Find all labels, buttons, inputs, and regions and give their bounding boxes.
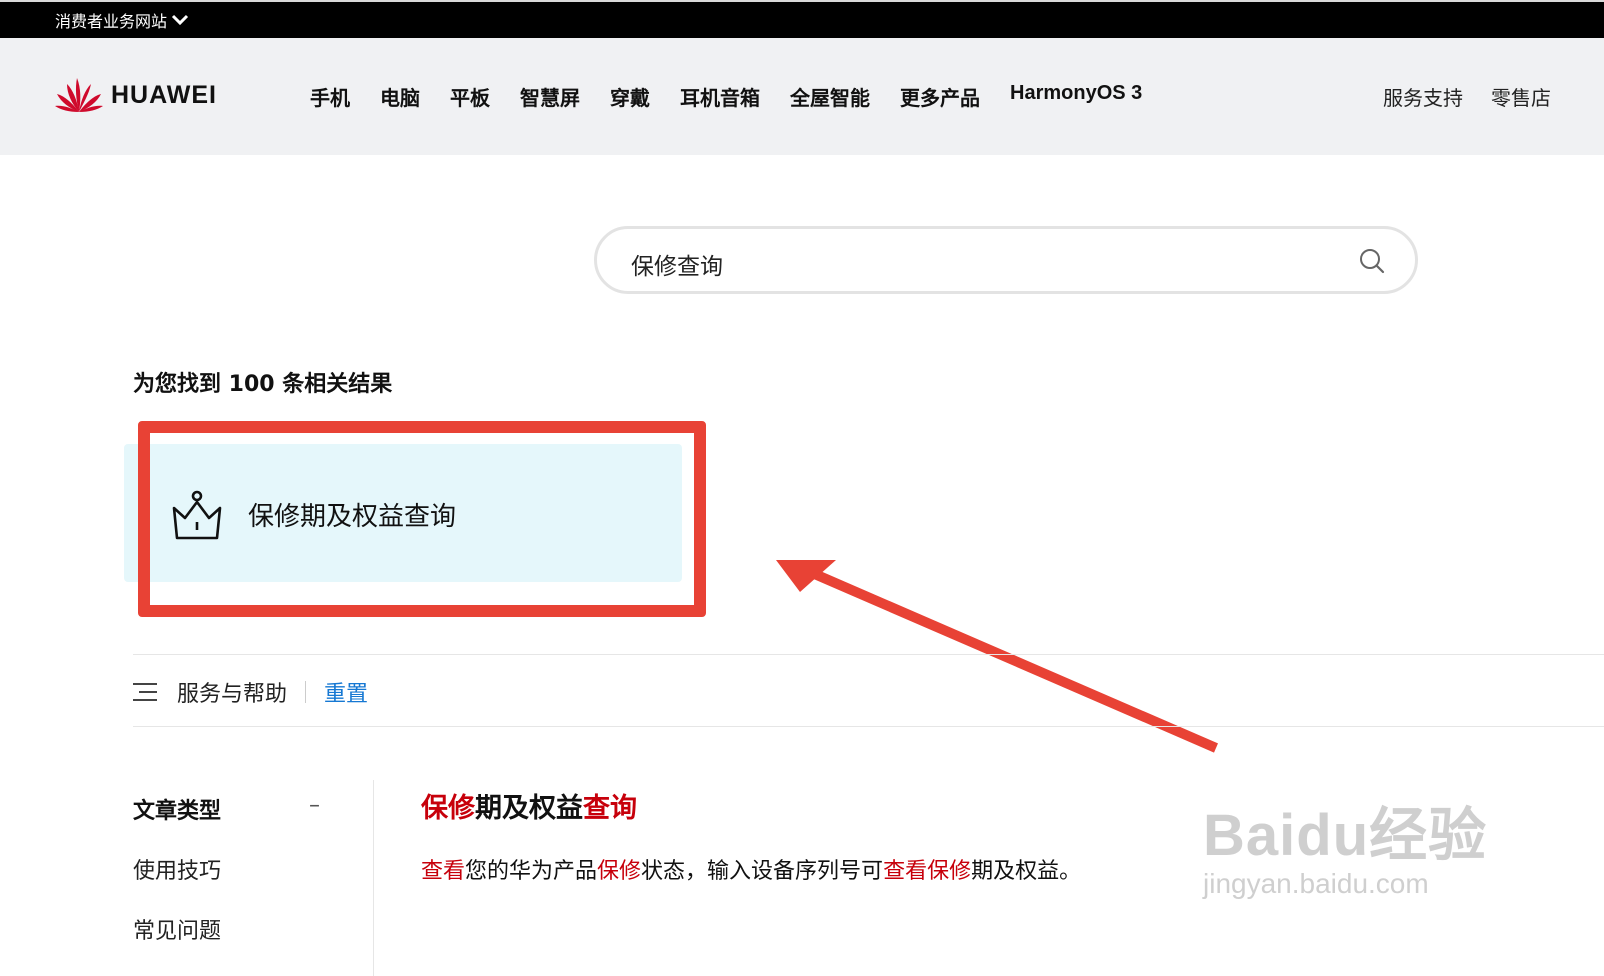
search-result-item: 保修期及权益查询 查看您的华为产品保修状态，输入设备序列号可查看保修期及权益。 (421, 786, 1081, 885)
desc-highlight: 保修 (597, 859, 642, 884)
result-description: 查看您的华为产品保修状态，输入设备序列号可查看保修期及权益。 (421, 853, 1081, 885)
nav-item-smart-screen[interactable]: 智慧屏 (520, 82, 580, 111)
desc-highlight: 查看 (421, 859, 466, 884)
search-value: 保修查询 (631, 254, 723, 280)
desc-text: 期及权益。 (971, 859, 1082, 884)
divider (373, 780, 374, 976)
divider (133, 726, 1604, 727)
nav-item-tablet[interactable]: 平板 (450, 82, 490, 111)
nav-item-pc[interactable]: 电脑 (380, 82, 420, 111)
site-header: HUAWEI 手机 电脑 平板 智慧屏 穿戴 耳机音箱 全屋智能 更多产品 Ha… (0, 38, 1604, 155)
filter-separator (305, 681, 307, 703)
brand-wordmark: HUAWEI (111, 80, 217, 109)
nav-item-smart-home[interactable]: 全屋智能 (790, 82, 870, 111)
title-highlight: 保修 (421, 793, 475, 824)
chevron-down-icon (171, 14, 189, 26)
title-text: 期及权益 (475, 793, 583, 824)
filter-category-label: 服务与帮助 (177, 682, 288, 707)
filter-bar: 服务与帮助 重置 (133, 676, 368, 708)
result-title-link[interactable]: 保修期及权益查询 (421, 786, 1081, 825)
nav-item-harmonyos[interactable]: HarmonyOS 3 (1010, 82, 1142, 111)
sidebar-title: 文章类型 (133, 799, 222, 824)
main-nav: 手机 电脑 平板 智慧屏 穿戴 耳机音箱 全屋智能 更多产品 HarmonyOS… (310, 82, 1142, 111)
site-label: 消费者业务网站 (55, 12, 168, 31)
nav-item-phone[interactable]: 手机 (310, 82, 350, 111)
desc-highlight: 查看 (883, 859, 928, 884)
search-icon[interactable] (1359, 248, 1385, 274)
watermark-bai: Bai (1203, 803, 1297, 868)
consumer-site-switcher[interactable]: 消费者业务网站 (55, 8, 189, 32)
watermark-du: du (1296, 803, 1370, 868)
watermark-url: jingyan.baidu.com (1203, 868, 1429, 899)
sidebar-item-tips[interactable]: 使用技巧 (133, 853, 221, 885)
sidebar-item-faq[interactable]: 常见问题 (133, 913, 221, 945)
top-bar: 消费者业务网站 (0, 0, 1604, 38)
reset-filter-link[interactable]: 重置 (324, 676, 368, 708)
nav-item-wearables[interactable]: 穿戴 (610, 82, 650, 111)
list-icon[interactable] (133, 681, 157, 703)
annotation-arrow-icon (776, 560, 1218, 753)
baidu-jingyan-watermark: Baidu经验 jingyan.baidu.com (1203, 788, 1487, 900)
divider (133, 654, 1604, 655)
desc-text: 您的华为产品 (465, 859, 598, 884)
watermark-jingyan: 经验 (1369, 803, 1488, 868)
annotation-highlight-box (138, 421, 706, 617)
huawei-logo[interactable]: HUAWEI (55, 76, 217, 114)
collapse-icon[interactable]: – (309, 793, 320, 818)
nav-item-audio[interactable]: 耳机音箱 (680, 82, 760, 111)
desc-text: 状态，输入设备序列号可 (641, 859, 884, 884)
desc-highlight: 保修 (927, 859, 972, 884)
nav-item-more-products[interactable]: 更多产品 (900, 82, 980, 111)
nav-item-retail-store[interactable]: 零售店 (1491, 82, 1551, 111)
search-input[interactable]: 保修查询 (594, 226, 1418, 294)
article-type-filter: 文章类型 – 使用技巧 常见问题 (133, 793, 333, 944)
title-highlight: 查询 (583, 793, 637, 824)
nav-item-support[interactable]: 服务支持 (1383, 82, 1463, 111)
nav-right: 服务支持 零售店 (1383, 82, 1551, 111)
huawei-petal-icon (55, 78, 103, 112)
result-count: 为您找到 100 条相关结果 (133, 372, 393, 397)
